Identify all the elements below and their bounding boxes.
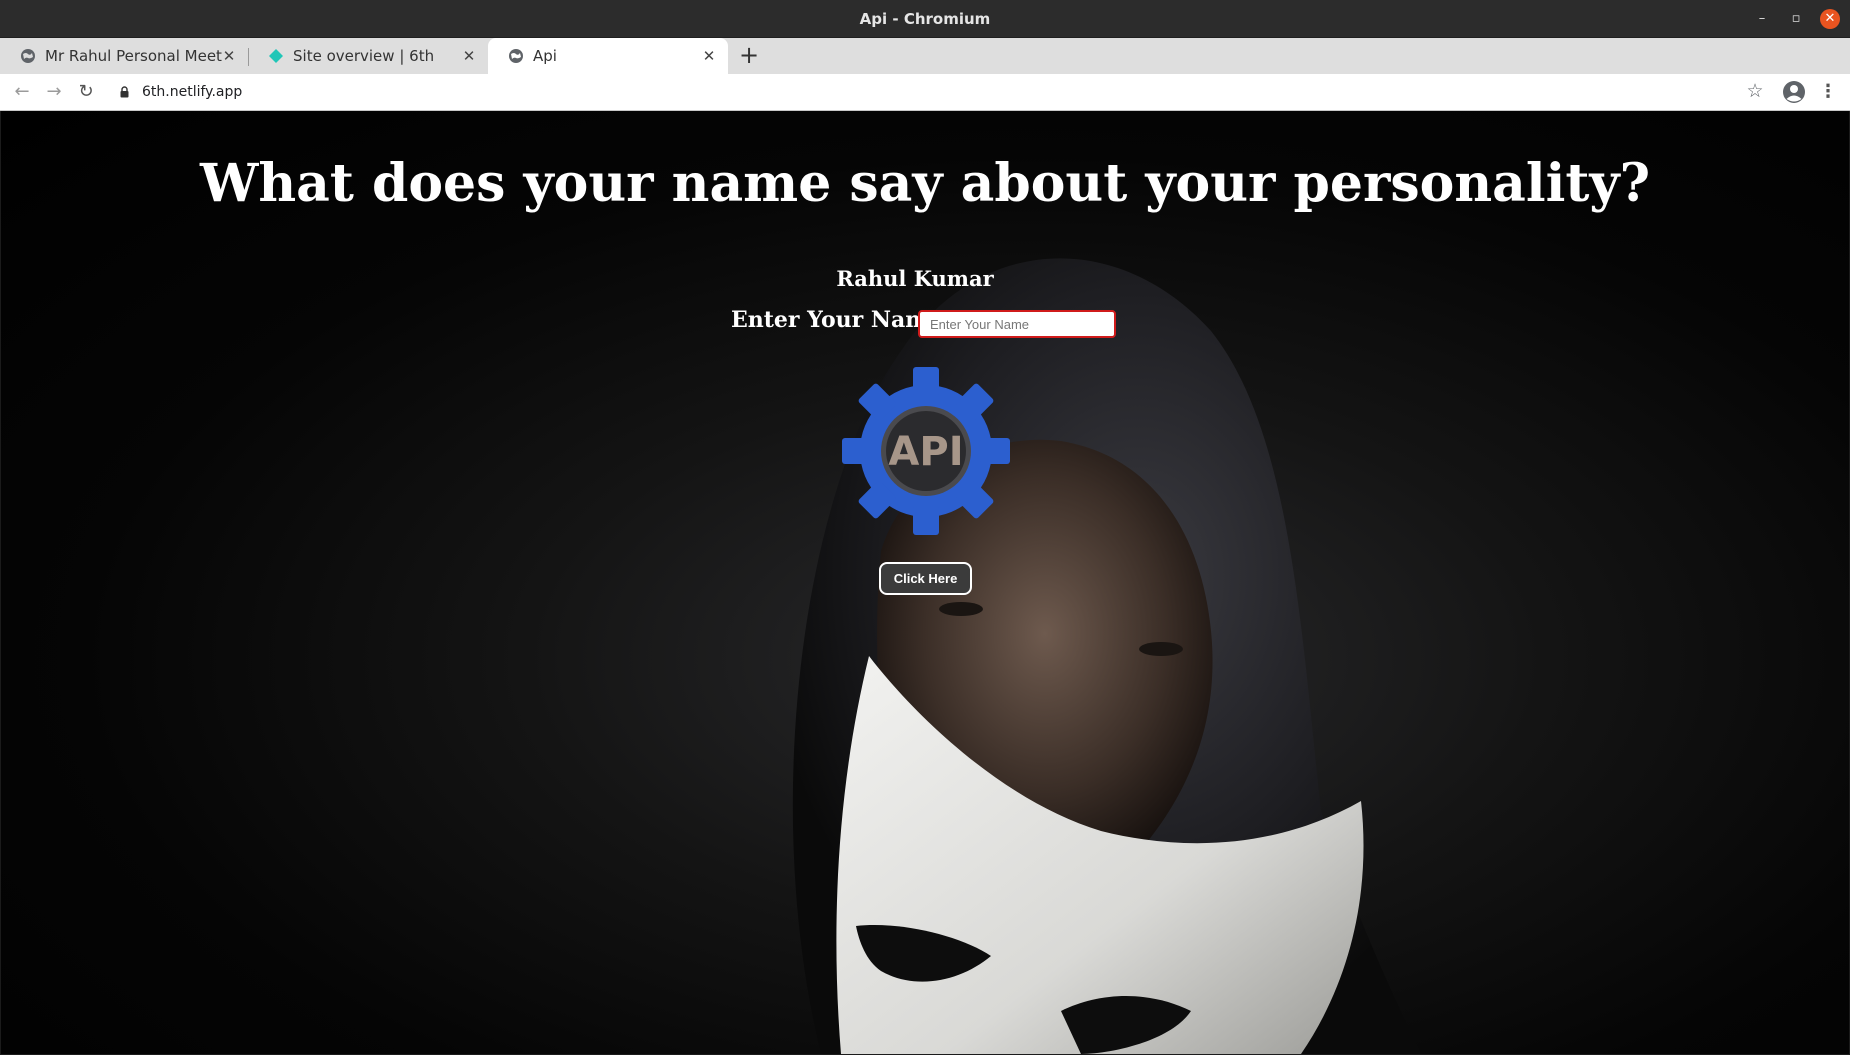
click-here-button[interactable]: Click Here	[879, 562, 972, 595]
kebab-menu-icon[interactable]: ⋮	[1818, 80, 1838, 104]
url-text[interactable]: 6th.netlify.app	[142, 77, 242, 107]
tab-close-icon[interactable]: ✕	[700, 47, 718, 65]
globe-icon	[21, 49, 35, 63]
profile-icon[interactable]	[1782, 80, 1806, 104]
page-heading: What does your name say about your perso…	[199, 153, 1651, 214]
tab-label: Site overview | 6th	[293, 47, 435, 65]
maximize-icon[interactable]: ▫	[1786, 9, 1806, 29]
tab-site-overview[interactable]: Site overview | 6th ✕	[248, 38, 488, 74]
minimize-icon[interactable]: –	[1752, 9, 1772, 29]
tab-close-icon[interactable]: ✕	[460, 47, 478, 65]
api-gear-logo: API	[842, 367, 1010, 535]
tab-label: Mr Rahul Personal Meet	[45, 47, 222, 65]
window-title: Api - Chromium	[859, 10, 991, 28]
globe-icon	[509, 49, 523, 63]
forward-arrow-icon[interactable]: →	[42, 80, 66, 104]
browser-toolbar: ← → ↻ 6th.netlify.app ☆ ⋮	[0, 74, 1850, 111]
name-input-label: Enter Your Name	[731, 307, 943, 333]
back-arrow-icon[interactable]: ←	[10, 80, 34, 104]
new-tab-icon[interactable]: +	[738, 43, 760, 67]
address-bar[interactable]: 6th.netlify.app	[108, 77, 1778, 107]
tab-close-icon[interactable]: ✕	[220, 47, 238, 65]
tab-strip: Mr Rahul Personal Meet ✕ Site overview |…	[0, 38, 1850, 74]
star-icon[interactable]: ☆	[1743, 79, 1767, 103]
tab-api[interactable]: Api ✕	[488, 38, 728, 74]
tab-rahul-personal-meet[interactable]: Mr Rahul Personal Meet ✕	[0, 38, 248, 74]
reload-icon[interactable]: ↻	[74, 80, 98, 104]
result-name-text: Rahul Kumar	[836, 266, 994, 291]
name-input[interactable]	[918, 310, 1116, 338]
tab-label: Api	[533, 47, 557, 65]
close-window-icon[interactable]: ✕	[1820, 9, 1840, 29]
logo-text: API	[888, 429, 963, 475]
netlify-icon	[269, 49, 283, 63]
lock-icon	[120, 86, 129, 98]
page-viewport: What does your name say about your perso…	[1, 111, 1849, 1054]
window-title-bar: Api - Chromium – ▫ ✕	[0, 0, 1850, 38]
